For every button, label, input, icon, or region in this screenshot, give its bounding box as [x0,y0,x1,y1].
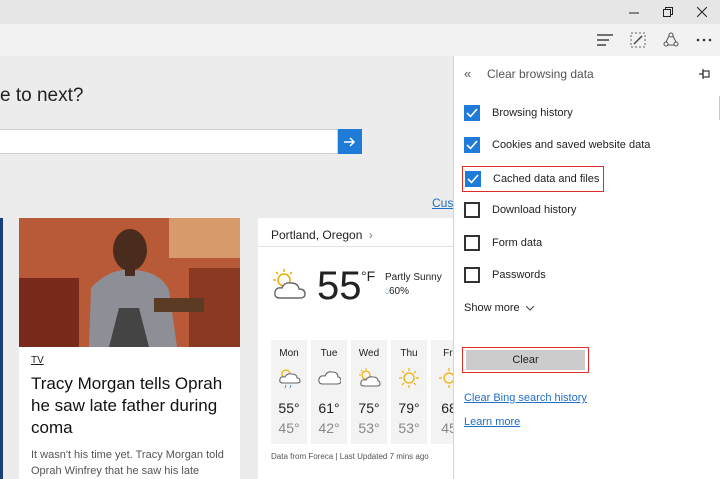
clear-bing-history-link[interactable]: Clear Bing search history [464,392,587,404]
news-title[interactable]: Tracy Morgan tells Oprah he saw late fat… [31,373,236,439]
forecast-high: 61° [318,400,340,416]
checkbox-browsing-history[interactable] [464,105,480,121]
forecast-day[interactable]: Wed 75° 53° [351,340,387,444]
forecast-low: 45° [278,420,300,436]
precipitation-value: 60% [389,286,410,297]
arrow-right-icon [344,136,356,147]
forecast-high: 75° [358,400,380,416]
forecast-day[interactable]: Tue 61° 42° [311,340,347,444]
weather-location[interactable]: Portland, Oregon › [271,228,373,242]
clear-button[interactable]: Clear [466,350,585,370]
minimize-icon[interactable] [618,0,650,24]
option-label: Cached data and files [493,173,600,185]
weather-divider [258,246,458,247]
checkmark-icon [467,174,479,184]
weather-footer: Data from Foreca | Last Updated 7 mins a… [271,452,429,461]
news-category[interactable]: TV [31,355,44,366]
forecast-day-name: Thu [400,348,418,359]
forecast-high: 55° [278,400,300,416]
option-label: Cookies and saved website data [492,139,651,151]
forecast-day[interactable]: Mon 55° 45° [271,340,307,444]
news-card[interactable]: TV Tracy Morgan tells Oprah he saw late … [19,218,240,479]
checkbox-cached-data[interactable] [465,171,481,187]
restore-icon[interactable] [652,0,684,24]
news-image [19,218,240,347]
forecast-low: 53° [398,420,420,436]
rain-sun-icon [277,367,301,394]
page-headline: e to next? [0,85,84,106]
more-icon[interactable] [690,28,718,52]
browser-toolbar [0,24,720,56]
show-more-toggle[interactable]: Show more [464,302,535,314]
news-snippet: It wasn't his time yet. Tracy Morgan tol… [31,449,224,477]
weather-location-label: Portland, Oregon [271,228,363,242]
panel-title: Clear browsing data [487,67,594,81]
search-input[interactable] [0,129,338,154]
partly-sunny-icon [357,367,381,394]
pin-icon[interactable] [699,66,711,84]
option-label: Form data [492,237,543,249]
chevron-down-icon [525,305,535,311]
cloud-icon [317,367,342,394]
forecast-day[interactable]: Thu 79° 53° [391,340,427,444]
option-form-data[interactable]: Form data [462,230,542,256]
share-icon[interactable] [657,28,685,52]
hub-icon[interactable] [591,28,619,52]
checkbox-form-data[interactable] [464,235,480,251]
option-passwords[interactable]: Passwords [462,262,546,288]
forecast-high: 79° [398,400,420,416]
close-icon[interactable] [686,0,718,24]
clear-button-highlight: Clear [462,347,589,373]
option-cookies[interactable]: Cookies and saved website data [462,132,650,158]
title-bar [0,0,720,24]
learn-more-link[interactable]: Learn more [464,416,520,428]
chevron-right-icon: › [368,228,373,242]
checkbox-cookies[interactable] [464,137,480,153]
show-more-label: Show more [464,302,520,314]
clear-browsing-data-panel: « Clear browsing data Browsing history C… [453,56,720,479]
checkbox-passwords[interactable] [464,267,480,283]
forecast-day-name: Tue [320,348,338,359]
weather-condition: Partly Sunny [385,272,442,283]
precipitation: 💧︎60% [385,286,409,297]
weather-card[interactable]: Portland, Oregon › 55 °F Partly Sunny 💧︎… [258,218,458,479]
checkmark-icon [466,108,478,118]
option-label: Passwords [492,269,546,281]
option-label: Browsing history [492,107,573,119]
forecast-day-name: Wed [358,348,380,359]
forecast-low: 42° [318,420,340,436]
forecast-day-name: Mon [279,348,299,359]
partly-sunny-icon [270,268,308,305]
search-go-button[interactable] [338,129,362,154]
option-cached-data[interactable]: Cached data and files [462,166,605,192]
checkmark-icon [466,140,478,150]
back-icon[interactable]: « [464,66,471,81]
current-temperature: 55 [317,264,362,308]
option-label: Download history [492,204,577,216]
web-note-icon[interactable] [624,28,652,52]
option-browsing-history[interactable]: Browsing history [462,100,573,126]
checkbox-download-history[interactable] [464,202,480,218]
option-download-history[interactable]: Download history [462,197,576,223]
forecast-low: 53° [358,420,380,436]
sun-icon [397,367,421,394]
partial-card [0,218,3,479]
temperature-unit[interactable]: °F [361,268,375,284]
